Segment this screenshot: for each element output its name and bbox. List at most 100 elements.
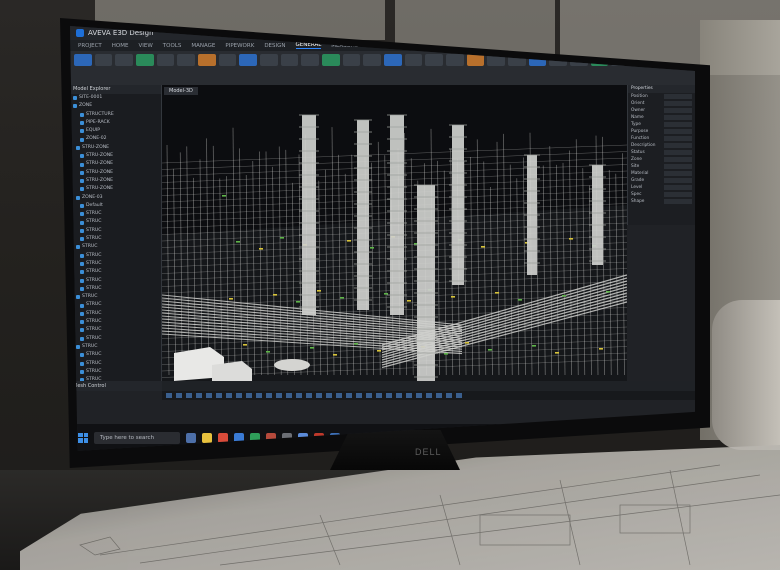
ribbon-tool-icon[interactable] bbox=[384, 54, 402, 66]
ribbon-tool-icon[interactable] bbox=[218, 54, 237, 66]
tool-icon[interactable] bbox=[386, 393, 392, 398]
tree-item[interactable]: STRUC bbox=[70, 343, 161, 351]
tree-item[interactable]: STRUC bbox=[70, 210, 161, 218]
taskbar-app-icon[interactable] bbox=[218, 432, 228, 443]
tool-icon[interactable] bbox=[366, 393, 372, 398]
taskbar-search-input[interactable]: Type here to search bbox=[94, 431, 180, 444]
tool-icon[interactable] bbox=[456, 393, 462, 398]
tree-item[interactable]: STRUC bbox=[70, 301, 161, 309]
ribbon-tool-icon[interactable] bbox=[446, 54, 464, 66]
tree-item[interactable]: STRUC bbox=[70, 285, 161, 293]
property-row[interactable]: Type bbox=[628, 121, 695, 128]
property-value-field[interactable] bbox=[664, 136, 692, 141]
tree-item[interactable]: STRUC bbox=[70, 335, 161, 343]
ribbon-tool-icon[interactable] bbox=[425, 54, 444, 66]
windows-start-icon[interactable] bbox=[78, 432, 88, 443]
ribbon-tool-icon[interactable] bbox=[342, 54, 361, 66]
tool-icon[interactable] bbox=[316, 393, 322, 398]
tool-icon[interactable] bbox=[186, 393, 192, 398]
property-row[interactable]: Owner bbox=[628, 107, 695, 114]
tool-icon[interactable] bbox=[256, 393, 262, 398]
ribbon-tab-pipework[interactable]: PIPEWORK bbox=[225, 43, 254, 49]
ribbon-tab-view[interactable]: VIEW bbox=[138, 43, 152, 49]
tool-icon[interactable] bbox=[166, 393, 172, 398]
tool-icon[interactable] bbox=[376, 393, 382, 398]
property-row[interactable]: Grade bbox=[628, 177, 695, 184]
ribbon-tool-icon[interactable] bbox=[239, 54, 258, 66]
tool-icon[interactable] bbox=[296, 393, 302, 398]
tree-item[interactable]: STRUC bbox=[70, 318, 161, 326]
property-value-field[interactable] bbox=[664, 108, 692, 113]
tool-icon[interactable] bbox=[396, 393, 402, 398]
tree-item[interactable]: STRUC bbox=[70, 310, 161, 318]
tree-item[interactable]: STRU-ZONE bbox=[70, 144, 161, 152]
property-row[interactable]: Shape bbox=[628, 198, 695, 205]
tree-item[interactable]: SITE-0001 bbox=[70, 94, 161, 102]
tree-item[interactable]: STRU-ZONE bbox=[70, 177, 161, 185]
property-row[interactable]: Function bbox=[628, 135, 695, 142]
tree-item[interactable]: STRUC bbox=[70, 268, 161, 276]
ribbon-tool-icon[interactable] bbox=[466, 54, 485, 66]
property-value-field[interactable] bbox=[664, 199, 692, 204]
property-value-field[interactable] bbox=[664, 101, 692, 106]
tree-item[interactable]: ZONE bbox=[70, 102, 161, 110]
tool-icon[interactable] bbox=[216, 393, 222, 398]
property-value-field[interactable] bbox=[664, 171, 692, 176]
property-row[interactable]: Purpose bbox=[628, 128, 695, 135]
tree-item[interactable]: STRUC bbox=[70, 235, 161, 243]
tool-icon[interactable] bbox=[236, 393, 242, 398]
tool-icon[interactable] bbox=[206, 393, 212, 398]
tree-item[interactable]: STRUCTURE bbox=[70, 111, 161, 119]
property-value-field[interactable] bbox=[664, 157, 692, 162]
ribbon-tool-icon[interactable] bbox=[115, 54, 134, 66]
property-row[interactable]: Name bbox=[628, 114, 695, 121]
tool-icon[interactable] bbox=[286, 393, 292, 398]
ribbon-tab-manage[interactable]: MANAGE bbox=[191, 43, 215, 49]
tool-icon[interactable] bbox=[326, 393, 332, 398]
tool-icon[interactable] bbox=[196, 393, 202, 398]
property-row[interactable]: Level bbox=[628, 184, 695, 191]
ribbon-tool-icon[interactable] bbox=[260, 54, 278, 66]
property-value-field[interactable] bbox=[664, 129, 692, 134]
ribbon-tool-icon[interactable] bbox=[156, 54, 175, 66]
tree-item[interactable]: STRU-ZONE bbox=[70, 185, 161, 193]
ribbon-tool-icon[interactable] bbox=[301, 54, 320, 66]
property-value-field[interactable] bbox=[664, 164, 692, 169]
ribbon-tab-tools[interactable]: TOOLS bbox=[163, 43, 182, 49]
ribbon-tab-home[interactable]: HOME bbox=[112, 43, 129, 49]
ribbon-tool-icon[interactable] bbox=[136, 54, 154, 66]
taskbar-app-icon[interactable] bbox=[186, 432, 196, 443]
tree-item[interactable]: STRUC bbox=[70, 368, 161, 376]
tool-icon[interactable] bbox=[346, 393, 352, 398]
property-row[interactable]: Status bbox=[628, 149, 695, 156]
tool-icon[interactable] bbox=[416, 393, 422, 398]
ribbon-tool-icon[interactable] bbox=[74, 54, 92, 66]
tool-icon[interactable] bbox=[406, 393, 412, 398]
tree-item[interactable]: ZONE-03 bbox=[70, 194, 161, 202]
tool-icon[interactable] bbox=[246, 393, 252, 398]
tree-item[interactable]: STRU-ZONE bbox=[70, 169, 161, 177]
tree-item[interactable]: STRU-ZONE bbox=[70, 152, 161, 160]
tool-icon[interactable] bbox=[266, 393, 272, 398]
tree-item[interactable]: STRUC bbox=[70, 293, 161, 301]
ribbon-tab-project[interactable]: PROJECT bbox=[78, 43, 102, 49]
tree-item[interactable]: STRUC bbox=[70, 252, 161, 260]
tree-item[interactable]: PIPE-RACK bbox=[70, 119, 161, 127]
property-row[interactable]: Zone bbox=[628, 156, 695, 163]
tree-item[interactable]: STRUC bbox=[70, 326, 161, 334]
tool-icon[interactable] bbox=[446, 393, 452, 398]
tool-icon[interactable] bbox=[356, 393, 362, 398]
ribbon-tool-icon[interactable] bbox=[404, 54, 423, 66]
property-row[interactable]: Spec bbox=[628, 191, 695, 198]
property-value-field[interactable] bbox=[664, 94, 692, 99]
ribbon-tool-icon[interactable] bbox=[322, 54, 340, 66]
property-row[interactable]: Site bbox=[628, 163, 695, 170]
property-value-field[interactable] bbox=[664, 150, 692, 155]
tree-item[interactable]: STRUC bbox=[70, 360, 161, 368]
tree-item[interactable]: STRUC bbox=[70, 351, 161, 359]
tree-item[interactable]: STRUC bbox=[70, 260, 161, 268]
viewport-tab[interactable]: Model-3D bbox=[164, 87, 198, 95]
ribbon-tool-icon[interactable] bbox=[94, 54, 113, 66]
property-value-field[interactable] bbox=[664, 192, 692, 197]
property-row[interactable]: Material bbox=[628, 170, 695, 177]
